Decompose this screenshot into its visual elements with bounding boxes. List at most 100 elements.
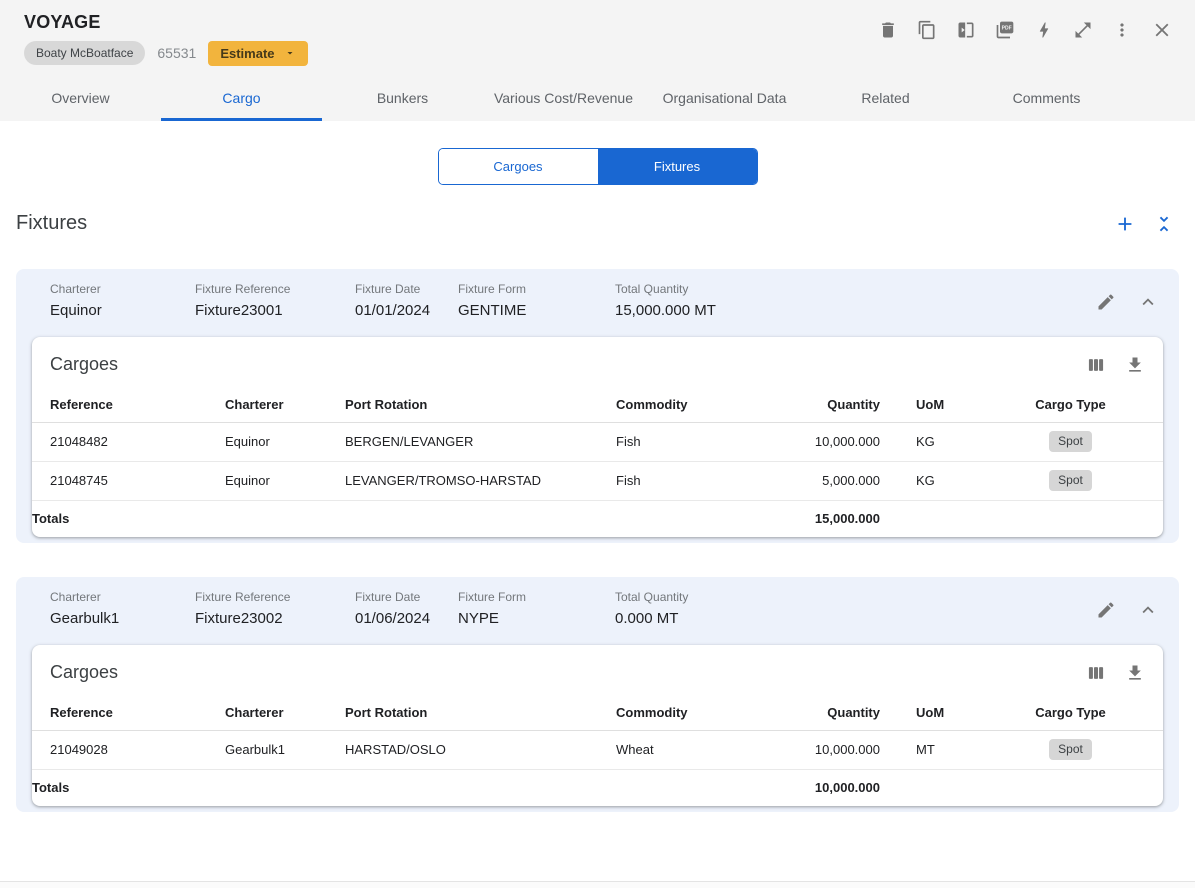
compare-button[interactable] — [956, 20, 976, 40]
chevron-up-icon — [1142, 298, 1154, 306]
field-fixture-form: Fixture Form NYPE — [458, 590, 615, 627]
tab-comments[interactable]: Comments — [966, 75, 1127, 121]
field-fixture-date: Fixture Date 01/06/2024 — [355, 590, 458, 627]
column-header-charterer: Charterer — [225, 385, 345, 423]
table-row[interactable]: 21048745 Equinor LEVANGER/TROMSO-HARSTAD… — [32, 461, 1163, 501]
cell-port-rotation: HARSTAD/OSLO — [345, 730, 616, 770]
table-header-row: Reference Charterer Port Rotation Commod… — [32, 385, 1163, 423]
fixture-card: Charterer Gearbulk1 Fixture Reference Fi… — [16, 577, 1179, 812]
view-toggle: Cargoes Fixtures — [437, 148, 758, 185]
delete-button[interactable] — [878, 20, 898, 40]
toggle-fixtures[interactable]: Fixtures — [597, 149, 757, 184]
cell-quantity: 10,000.000 — [736, 422, 880, 462]
tab-overview[interactable]: Overview — [0, 75, 161, 121]
tab-related[interactable]: Related — [805, 75, 966, 121]
edit-fixture-button[interactable] — [1096, 600, 1116, 620]
tab-bunkers[interactable]: Bunkers — [322, 75, 483, 121]
collapse-fixture-button[interactable] — [1137, 599, 1159, 621]
totals-label: Totals — [32, 780, 70, 795]
field-value: 01/06/2024 — [355, 610, 431, 627]
copy-icon — [918, 20, 935, 40]
field-label: Fixture Reference — [195, 590, 291, 604]
fixture-card-actions — [1096, 282, 1159, 313]
cell-reference: 21048482 — [32, 422, 225, 462]
cell-reference: 21048745 — [32, 461, 225, 501]
field-value: 0.000 MT — [615, 610, 679, 627]
chevron-up-icon — [1142, 606, 1154, 614]
field-value: 15,000.000 MT — [615, 302, 716, 319]
field-label: Total Quantity — [615, 590, 689, 604]
vessel-chip: Boaty McBoatface — [24, 41, 146, 65]
tab-cargo[interactable]: Cargo — [161, 75, 322, 121]
cargoes-actions — [1086, 663, 1145, 683]
columns-button[interactable] — [1086, 355, 1106, 375]
field-total-quantity: Total Quantity 15,000.000 MT — [615, 282, 1096, 319]
columns-button[interactable] — [1086, 663, 1106, 683]
columns-icon — [1088, 358, 1104, 371]
cargoes-table: Reference Charterer Port Rotation Commod… — [32, 693, 1163, 806]
cell-quantity: 5,000.000 — [736, 461, 880, 501]
table-header-row: Reference Charterer Port Rotation Commod… — [32, 693, 1163, 731]
table-row[interactable]: 21049028 Gearbulk1 HARSTAD/OSLO Wheat 10… — [32, 730, 1163, 770]
fixture-card: Charterer Equinor Fixture Reference Fixt… — [16, 269, 1179, 543]
caret-down-icon — [287, 52, 293, 55]
column-header-commodity: Commodity — [616, 693, 736, 731]
fixtures-section-header: Fixtures — [0, 185, 1195, 235]
column-header-uom: UoM — [880, 693, 996, 731]
field-value: GENTIME — [458, 302, 527, 319]
copy-button[interactable] — [917, 20, 937, 40]
topbar: VOYAGE Boaty McBoatface 65531 Estimate P… — [0, 0, 1195, 121]
fixture-card-header: Charterer Equinor Fixture Reference Fixt… — [32, 269, 1163, 337]
field-value: 01/01/2024 — [355, 302, 431, 319]
field-value: Fixture23001 — [195, 302, 283, 319]
cell-commodity: Fish — [616, 422, 736, 462]
cargoes-title: Cargoes — [50, 354, 119, 374]
field-label: Fixture Date — [355, 282, 421, 296]
field-fixture-form: Fixture Form GENTIME — [458, 282, 615, 319]
download-icon — [1129, 357, 1141, 372]
bolt-icon — [1039, 22, 1049, 38]
estimate-button[interactable]: Estimate — [208, 40, 308, 66]
cell-charterer: Gearbulk1 — [225, 730, 345, 770]
close-button[interactable] — [1151, 19, 1173, 41]
cell-uom: KG — [880, 461, 996, 501]
field-label: Fixture Date — [355, 590, 421, 604]
edit-icon — [1098, 602, 1114, 618]
pdf-icon: PDF — [996, 21, 1014, 39]
cell-reference: 21049028 — [32, 730, 225, 770]
column-header-quantity: Quantity — [736, 385, 880, 423]
cargoes-card: Cargoes Reference Charterer Port Rotatio… — [32, 645, 1163, 806]
table-row[interactable]: 21048482 Equinor BERGEN/LEVANGER Fish 10… — [32, 422, 1163, 462]
expand-button[interactable] — [1073, 20, 1093, 40]
field-value: Equinor — [50, 302, 102, 319]
field-value: Gearbulk1 — [50, 610, 120, 627]
edit-fixture-button[interactable] — [1096, 292, 1116, 312]
download-button[interactable] — [1125, 663, 1145, 683]
expand-icon — [1075, 22, 1091, 38]
totals-label: Totals — [32, 511, 70, 526]
add-fixture-button[interactable] — [1114, 213, 1136, 235]
collapse-fixture-button[interactable] — [1137, 291, 1159, 313]
download-icon — [1129, 665, 1141, 680]
field-label: Fixture Reference — [195, 282, 291, 296]
toggle-cargoes[interactable]: Cargoes — [438, 149, 598, 184]
download-button[interactable] — [1125, 355, 1145, 375]
cell-cargo-type: Spot — [996, 730, 1163, 770]
field-value: Fixture23002 — [195, 610, 283, 627]
pdf-button[interactable]: PDF — [995, 20, 1015, 40]
field-charterer: Charterer Gearbulk1 — [50, 590, 195, 627]
tab-various-cost-revenue[interactable]: Various Cost/Revenue — [483, 75, 644, 121]
field-fixture-reference: Fixture Reference Fixture23001 — [195, 282, 355, 319]
collapse-all-button[interactable] — [1153, 213, 1175, 235]
more-options-button[interactable] — [1112, 20, 1132, 40]
column-header-reference: Reference — [32, 693, 225, 731]
section-title: Fixtures — [16, 212, 88, 234]
cargoes-actions — [1086, 355, 1145, 375]
column-header-port-rotation: Port Rotation — [345, 385, 616, 423]
subtitle-row: Boaty McBoatface 65531 Estimate — [24, 40, 1171, 66]
close-icon — [1155, 23, 1169, 37]
bolt-button[interactable] — [1034, 20, 1054, 40]
cell-uom: KG — [880, 422, 996, 462]
voyage-panel: VOYAGE Boaty McBoatface 65531 Estimate P… — [0, 0, 1195, 888]
tab-organisational-data[interactable]: Organisational Data — [644, 75, 805, 121]
